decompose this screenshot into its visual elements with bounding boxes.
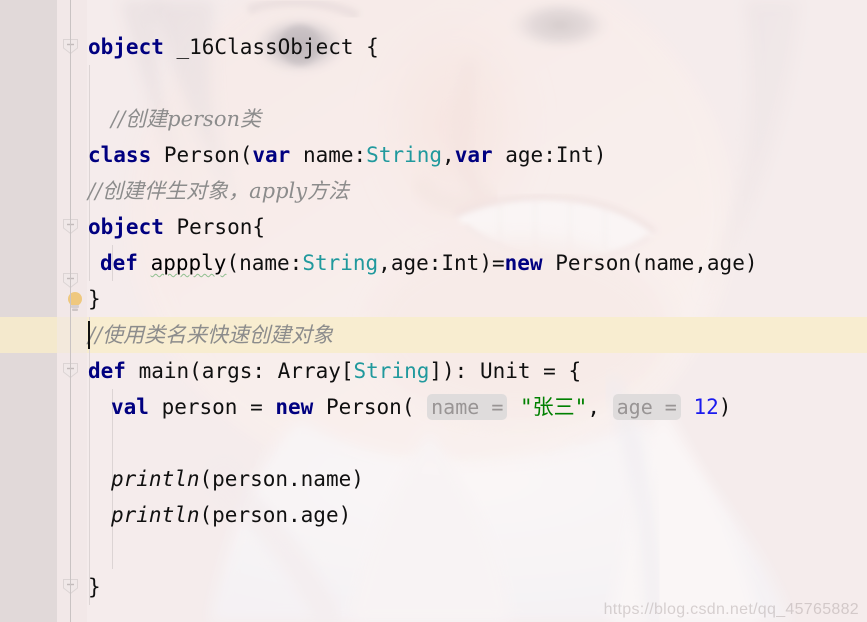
token-kw: new [504,251,543,275]
token-plain: } [88,287,101,311]
token-plain: Person(name,age) [542,251,758,275]
token-kw: var [454,143,493,167]
code-editor[interactable]: object _16ClassObject { //创建person类 class … [0,0,867,622]
token-plain: (name: [226,251,303,275]
token-kw: object [88,215,164,239]
token-type: String [366,143,443,167]
watermark: https://blog.csdn.net/qq_45765882 [603,601,859,618]
token-plain: Person( [151,143,253,167]
token-kw: class [88,143,152,167]
token-num: 12 [693,395,719,419]
token-kw: var [252,143,291,167]
code-line-6[interactable]: def appply(name:String,age:Int)=new Pers… [0,245,757,281]
token-plain: (person.age) [199,503,352,527]
token-hint: age = [612,394,681,420]
code-line-9[interactable]: def main(args: Array[String]): Unit = { [0,353,581,389]
code-line-0[interactable]: object _16ClassObject { [0,29,379,65]
code-line-13[interactable]: println(person.age) [0,497,351,533]
token-kw: new [275,395,314,419]
token-plain: person = [148,395,276,419]
token-cmt: //创建person类 [111,107,262,131]
token-plain: name: [290,143,367,167]
token-plain: } [88,575,101,599]
code-line-2[interactable]: //创建person类 [0,101,261,137]
code-line-15[interactable]: } [0,569,101,605]
token-kw: object [88,35,164,59]
token-str: "张三" [520,395,588,419]
code-line-4[interactable]: //创建伴生对象，apply方法 [0,173,349,209]
token-plain: , [587,395,613,419]
token-kw: def [88,359,126,383]
token-cmt: //创建伴生对象，apply方法 [88,179,350,203]
code-line-14[interactable] [0,533,111,569]
token-plain: (person.name) [199,467,364,491]
token-hint: name = [427,394,508,420]
token-cmt: //使用类名来快速创建对象 [88,323,334,347]
code-line-10[interactable]: val person = new Person( name = "张三", ag… [0,389,731,425]
token-kw: val [111,395,149,419]
token-plain: , [442,143,455,167]
text-caret [88,321,90,349]
token-plain: Person( [313,395,428,419]
token-stat: println [111,503,200,527]
token-type: String [353,359,430,383]
token-stat: println [111,467,200,491]
code-line-11[interactable] [0,425,111,461]
code-line-12[interactable]: println(person.name) [0,461,364,497]
token-plain: ]): Unit = { [429,359,582,383]
token-kw: def [100,251,138,275]
token-plain: age:Int) [492,143,607,167]
code-line-7[interactable]: } [0,281,101,317]
code-line-1[interactable] [0,65,88,101]
token-plain: main(args: Array[ [125,359,354,383]
token-type: String [302,251,379,275]
token-plain: Person{ [163,215,266,239]
code-line-5[interactable]: object Person{ [0,209,265,245]
code-line-8[interactable]: //使用类名来快速创建对象 [0,317,333,353]
token-typo: appply [150,251,227,275]
token-plain: ) [718,395,732,419]
token-plain: ,age:Int)= [378,251,505,275]
token-plain: _16ClassObject { [163,35,379,59]
code-line-3[interactable]: class Person(var name:String,var age:Int… [0,137,606,173]
